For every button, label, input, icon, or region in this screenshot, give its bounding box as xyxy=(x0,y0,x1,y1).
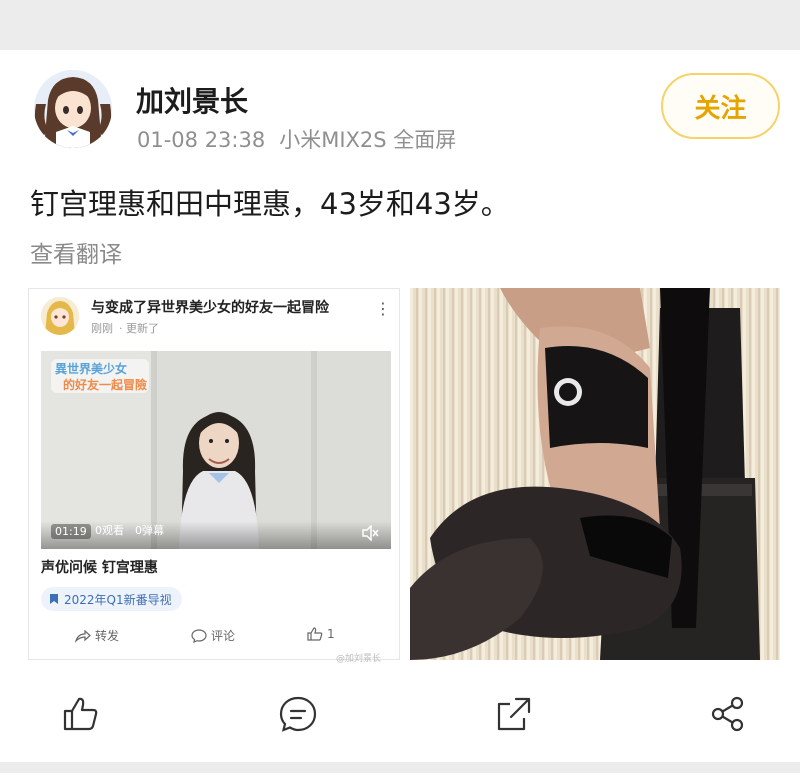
post-text: 钉宫理惠和田中理惠，43岁和43岁。 xyxy=(30,187,510,221)
embed-updated: · 更新了 xyxy=(119,322,159,335)
comment-icon[interactable] xyxy=(278,694,318,734)
follow-button[interactable]: 关注 xyxy=(661,73,780,139)
thumbs-up-icon[interactable] xyxy=(60,694,100,734)
image-watermark: @加刘景长 xyxy=(336,654,382,664)
post-device: 小米MIX2S 全面屏 xyxy=(279,128,457,152)
username[interactable]: 加刘景长 xyxy=(136,80,248,120)
embed-repost: 转发 xyxy=(75,627,119,644)
bookmark-icon xyxy=(50,594,58,604)
share-nodes-icon[interactable] xyxy=(708,694,748,734)
user-avatar[interactable] xyxy=(34,70,112,148)
video-views: 0观看 xyxy=(95,524,124,537)
post-date: 01-08 23:38 xyxy=(137,128,266,152)
post-meta: 01-08 23:38 小米MIX2S 全面屏 xyxy=(137,124,456,154)
like-small-icon xyxy=(307,627,323,641)
embed-topic-tag: 2022年Q1新番导视 xyxy=(41,587,182,611)
embed-video-thumbnail: 異世界美少女 的好友一起冒險 01:19 0观看 0弹幕 xyxy=(41,351,391,549)
embed-tag-label: 2022年Q1新番导视 xyxy=(64,592,172,607)
mute-icon xyxy=(362,525,379,541)
video-danmaku: 0弹幕 xyxy=(135,524,164,537)
video-duration: 01:19 xyxy=(51,524,91,539)
embed-time: 刚刚 xyxy=(91,322,113,335)
embedded-video-card-image[interactable]: 与变成了异世界美少女的好友一起冒险 刚刚 · 更新了 ⋮ 異世界美少女 的好友一起… xyxy=(28,288,400,660)
view-translation-link[interactable]: 查看翻译 xyxy=(30,235,122,269)
bottom-background-strip xyxy=(0,762,800,773)
embed-channel-avatar xyxy=(41,297,79,335)
top-background-strip xyxy=(0,0,800,50)
embed-like: 1 xyxy=(307,627,335,641)
svg-text:異世界美少女: 異世界美少女 xyxy=(55,361,127,376)
repost-icon xyxy=(75,629,91,643)
embed-action-row: 转发 评论 1 xyxy=(29,625,401,649)
video-control-bar xyxy=(41,521,391,549)
more-icon: ⋮ xyxy=(375,299,391,318)
embed-comment: 评论 xyxy=(191,627,235,644)
comment-small-icon xyxy=(191,628,207,643)
embed-comment-label: 评论 xyxy=(211,629,236,643)
share-external-icon[interactable] xyxy=(494,694,534,734)
embed-subtitle: 刚刚 · 更新了 xyxy=(91,320,159,336)
svg-text:的好友一起冒險: 的好友一起冒險 xyxy=(63,377,147,392)
embed-title: 与变成了异世界美少女的好友一起冒险 xyxy=(91,300,329,316)
post-photo[interactable] xyxy=(410,288,780,660)
embed-caption: 声优问候 钉宫理惠 xyxy=(41,560,158,576)
embed-repost-label: 转发 xyxy=(95,629,120,643)
embed-like-count: 1 xyxy=(327,627,335,641)
